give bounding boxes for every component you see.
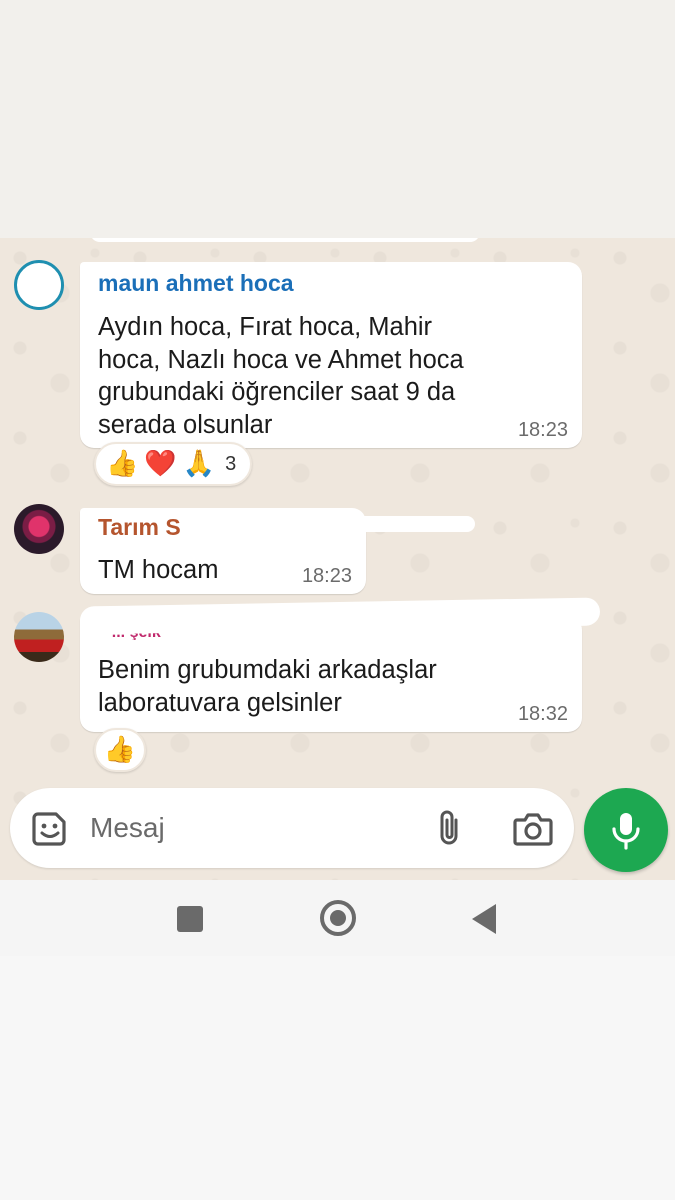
recents-button[interactable] xyxy=(177,906,203,932)
message-time: 18:23 xyxy=(301,565,352,587)
avatar[interactable] xyxy=(14,612,64,662)
bottom-blank-area xyxy=(0,956,675,1200)
sticker-icon[interactable] xyxy=(30,808,70,848)
message-line: serada olsunlar xyxy=(98,410,273,439)
message-composer xyxy=(10,788,574,868)
thumbs-up-icon: 👍 xyxy=(103,735,137,765)
top-blank-area xyxy=(0,0,675,238)
message-line: laboratuvara gelsinler xyxy=(98,688,342,717)
sender-name[interactable]: maun ahmet hoca xyxy=(98,270,566,296)
message-text: Aydın hoca, Fırat hoca, Mahir hoca, Nazl… xyxy=(98,311,566,441)
reactions-bar[interactable]: 👍 ❤️ 🙏 3 xyxy=(94,442,252,486)
home-button[interactable] xyxy=(320,900,356,936)
message-bubble[interactable]: ^ ... şelk Benim grubumdaki arkadaşlar l… xyxy=(79,597,601,732)
reaction-count: 3 xyxy=(225,452,237,475)
message-time: 18:32 xyxy=(517,703,568,725)
back-button[interactable] xyxy=(472,904,496,934)
heart-icon: ❤️ xyxy=(144,449,177,479)
camera-icon[interactable] xyxy=(512,808,554,848)
microphone-icon xyxy=(612,813,640,850)
pray-icon: 🙏 xyxy=(182,449,216,479)
message-bubble[interactable]: Tarım S TM hocam 18:23 xyxy=(80,508,475,594)
thumbs-up-icon: 👍 xyxy=(106,449,139,479)
previous-message-bubble xyxy=(90,238,480,242)
avatar[interactable] xyxy=(14,260,64,310)
message-bubble[interactable]: maun ahmet hoca Aydın hoca, Fırat hoca, … xyxy=(80,262,582,448)
avatar[interactable] xyxy=(14,504,64,554)
system-nav-bar xyxy=(0,880,675,956)
message-input[interactable] xyxy=(90,806,390,850)
message-line: hoca, Nazlı hoca ve Ahmet hoca xyxy=(98,345,464,374)
mic-button[interactable] xyxy=(584,788,668,872)
message-text: Benim grubumdaki arkadaşlar laboratuvara… xyxy=(98,654,566,719)
chat-area[interactable]: maun ahmet hoca Aydın hoca, Fırat hoca, … xyxy=(0,238,675,880)
message-line: grubundaki öğrenciler saat 9 da xyxy=(98,378,456,406)
message-line: Aydın hoca, Fırat hoca, Mahir xyxy=(98,313,433,341)
message-time: 18:23 xyxy=(517,419,568,441)
redaction-mark xyxy=(255,516,475,532)
paperclip-icon[interactable] xyxy=(430,808,470,848)
reactions-bar[interactable]: 👍 xyxy=(94,728,146,772)
message-line: Benim grubumdaki arkadaşlar xyxy=(98,656,437,684)
